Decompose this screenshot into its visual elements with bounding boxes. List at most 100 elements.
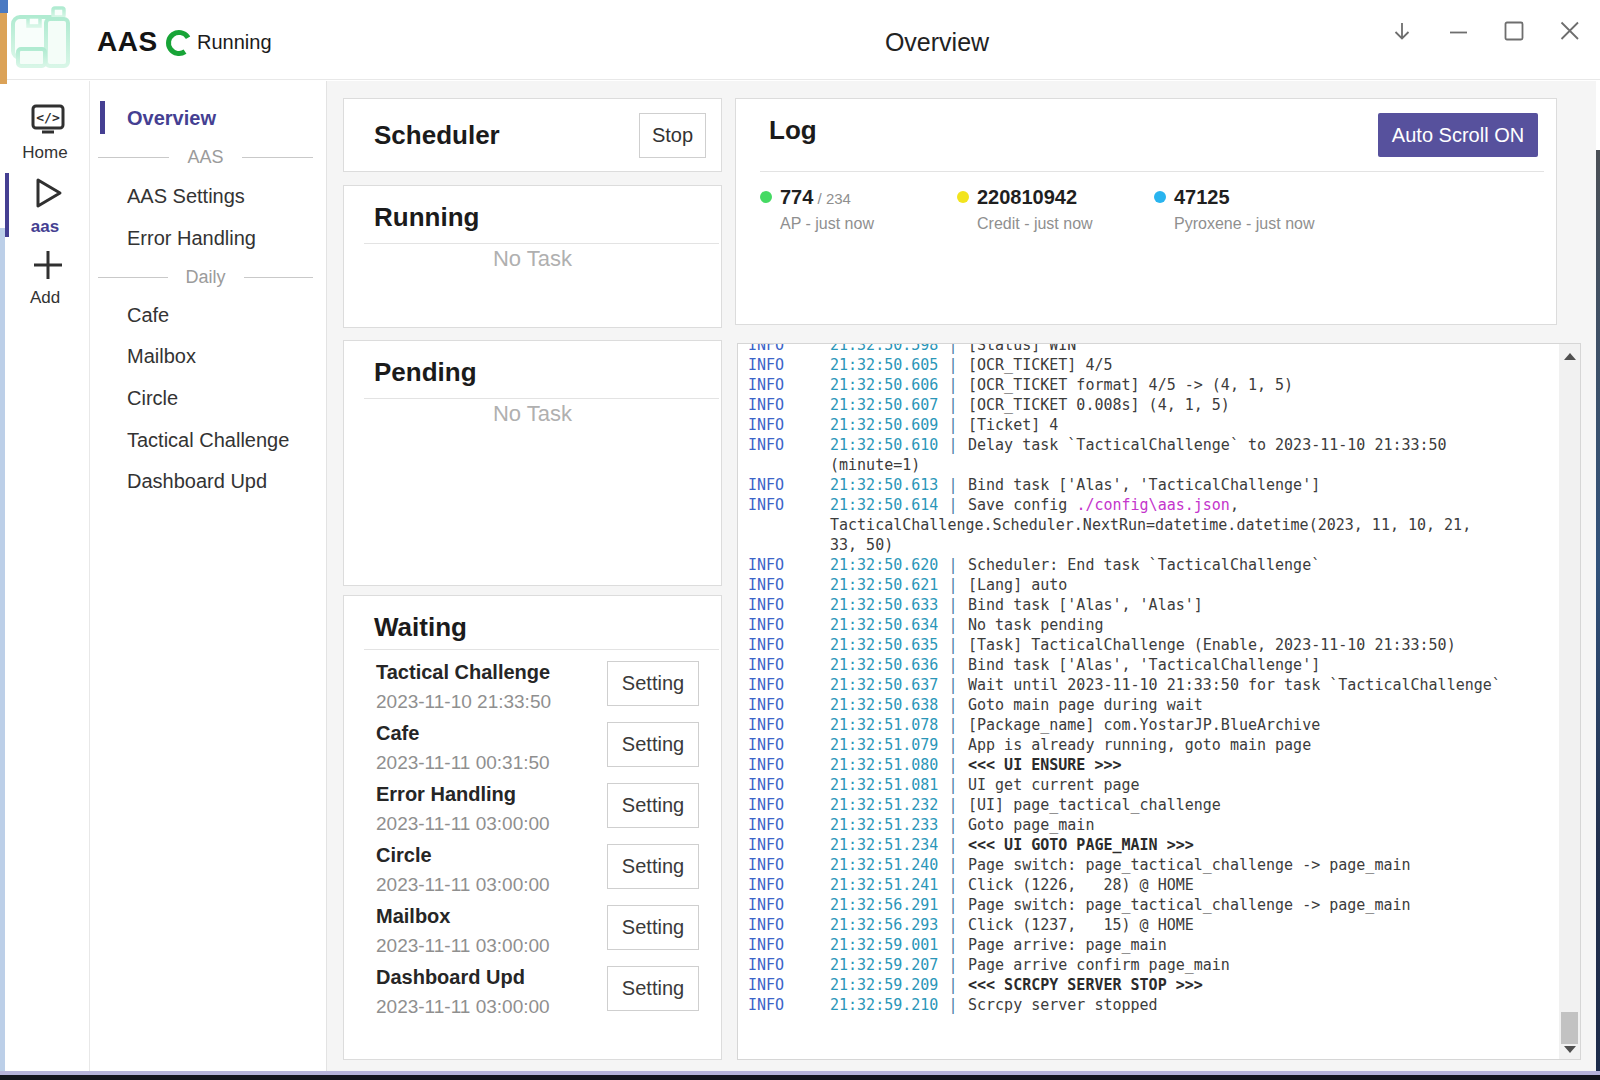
sidebar-item-overview[interactable]: Overview [90,98,327,138]
task-setting-button[interactable]: Setting [607,905,699,950]
waiting-task-name: Cafe [376,718,419,748]
app-logo-icon [7,5,77,75]
log-row: (minute=1) [748,455,1559,475]
app-title: AAS [97,26,158,58]
log-row: INFO21:32:50.613|Bind task ['Alas', 'Tac… [748,475,1559,495]
divider [760,171,1544,172]
stat-label: AP - just now [780,215,874,233]
nav-rail-label: Add [0,288,90,308]
sidebar-item-cafe[interactable]: Cafe [90,295,327,335]
log-row: INFO21:32:50.620|Scheduler: End task `Ta… [748,555,1559,575]
desktop-bleed [0,0,8,13]
log-row: INFO21:32:50.610|Delay task `TacticalCha… [748,435,1559,455]
task-setting-button[interactable]: Setting [607,783,699,828]
log-row: INFO21:32:51.079|App is already running,… [748,735,1559,755]
waiting-card: Waiting Tactical Challenge2023-11-10 21:… [343,595,722,1060]
log-row: INFO21:32:50.609|[Ticket] 4 [748,415,1559,435]
log-row: INFO21:32:50.635|[Task] TacticalChalleng… [748,635,1559,655]
title-bar: AAS Running Overview [0,0,1600,80]
log-row: INFO21:32:50.607|[OCR_TICKET 0.008s] (4,… [748,395,1559,415]
desktop-bleed [0,13,7,84]
log-row: INFO21:32:50.637|Wait until 2023-11-10 2… [748,675,1559,695]
sidebar-item-circle[interactable]: Circle [90,378,327,418]
stat-value: 47125 [1174,184,1315,212]
sidebar-item-error-handling[interactable]: Error Handling [90,218,327,258]
task-setting-button[interactable]: Setting [607,661,699,706]
stat-value: 220810942 [977,184,1093,212]
waiting-task-name: Error Handling [376,779,516,809]
log-card: Log Auto Scroll ON 774 / 234AP - just no… [735,98,1557,325]
log-row: INFO21:32:51.078|[Package_name] com.Yost… [748,715,1559,735]
menu-group-label: AAS [169,147,241,168]
svg-text:</>: </> [36,110,60,125]
hide-window-button[interactable] [1390,20,1414,44]
desktop-bleed [1596,150,1600,1074]
scheduler-title: Scheduler [374,117,500,153]
waiting-task-next-run: 2023-11-10 21:33:50 [376,689,551,715]
maximize-button[interactable] [1502,20,1526,44]
menu-group-divider: AAS [90,137,327,177]
log-row: INFO21:32:51.081|UI get current page [748,775,1559,795]
log-row: INFO21:32:50.633|Bind task ['Alas', 'Ala… [748,595,1559,615]
log-title: Log [769,112,817,148]
log-row: INFO21:32:51.232|[UI] page_tactical_chal… [748,795,1559,815]
desktop-bleed [0,1075,1600,1080]
waiting-task-name: Mailbox [376,901,450,931]
plus-icon [31,248,65,282]
log-row: INFO21:32:50.621|[Lang] auto [748,575,1559,595]
running-spinner-icon [165,29,193,57]
running-card: Running No Task [343,185,722,328]
page-title: Overview [328,28,1546,57]
log-row: 33, 50) [748,535,1559,555]
nav-rail: </> Home aas Add [0,81,90,1072]
pending-title: Pending [374,354,477,390]
log-row: INFO21:32:50.634|No task pending [748,615,1559,635]
scrollbar-thumb[interactable] [1561,1012,1578,1044]
log-stats: 774 / 234AP - just now220810942Credit - … [760,184,1351,233]
close-button[interactable] [1558,20,1582,44]
desktop-bleed [0,228,5,1072]
scheduler-card: Scheduler Stop [343,98,722,172]
stat-label: Credit - just now [977,215,1093,233]
waiting-task-name: Circle [376,840,432,870]
log-row: INFO21:32:50.636|Bind task ['Alas', 'Tac… [748,655,1559,675]
resource-stat: 220810942 Credit - just now [957,184,1154,233]
log-row: INFO21:32:51.241|Click (1226, 28) @ HOME [748,875,1559,895]
stat-dot [957,191,969,203]
scroll-down-icon[interactable] [1564,1046,1576,1053]
menu-group-divider: Daily [90,257,327,297]
waiting-task-name: Tactical Challenge [376,657,550,687]
stop-button[interactable]: Stop [639,113,706,158]
auto-scroll-button[interactable]: Auto Scroll ON [1378,113,1538,157]
divider [364,649,719,650]
sidebar-item-mailbox[interactable]: Mailbox [90,336,327,376]
log-row: INFO21:32:59.207|Page arrive confirm pag… [748,955,1559,975]
waiting-task-next-run: 2023-11-11 03:00:00 [376,994,550,1020]
code-monitor-icon: </> [31,103,65,137]
waiting-task-next-run: 2023-11-11 03:00:00 [376,872,550,898]
minimize-button[interactable] [1447,20,1471,44]
log-rows: INFO21:32:50.598|[Status] WININFO21:32:5… [748,343,1559,1015]
waiting-task-next-run: 2023-11-11 00:31:50 [376,750,550,776]
nav-rail-label: Home [0,143,90,163]
waiting-title: Waiting [374,609,467,645]
scroll-up-icon[interactable] [1564,353,1576,360]
log-row: INFO21:32:56.293|Click (1237, 15) @ HOME [748,915,1559,935]
sidebar-item-aas-settings[interactable]: AAS Settings [90,176,327,216]
log-row: INFO21:32:50.605|[OCR_TICKET] 4/5 [748,355,1559,375]
task-setting-button[interactable]: Setting [607,966,699,1011]
task-setting-button[interactable]: Setting [607,844,699,889]
task-setting-button[interactable]: Setting [607,722,699,767]
waiting-task-name: Dashboard Upd [376,962,525,992]
stat-dot [760,191,772,203]
waiting-task-next-run: 2023-11-11 03:00:00 [376,811,550,837]
log-row: INFO21:32:59.001|Page arrive: page_main [748,935,1559,955]
log-scrollbar[interactable] [1559,344,1580,1059]
sidebar-menu: Overview AAS AAS SettingsError HandlingDai… [90,81,327,1072]
log-row: INFO21:32:51.234|<<< UI GOTO PAGE_MAIN >… [748,835,1559,855]
log-row: INFO21:32:51.233|Goto page_main [748,815,1559,835]
pending-card: Pending No Task [343,340,722,586]
sidebar-item-tactical-challenge[interactable]: Tactical Challenge [90,420,327,460]
log-row: INFO21:32:59.209|<<< SCRCPY SERVER STOP … [748,975,1559,995]
sidebar-item-dashboard-upd[interactable]: Dashboard Upd [90,461,327,501]
